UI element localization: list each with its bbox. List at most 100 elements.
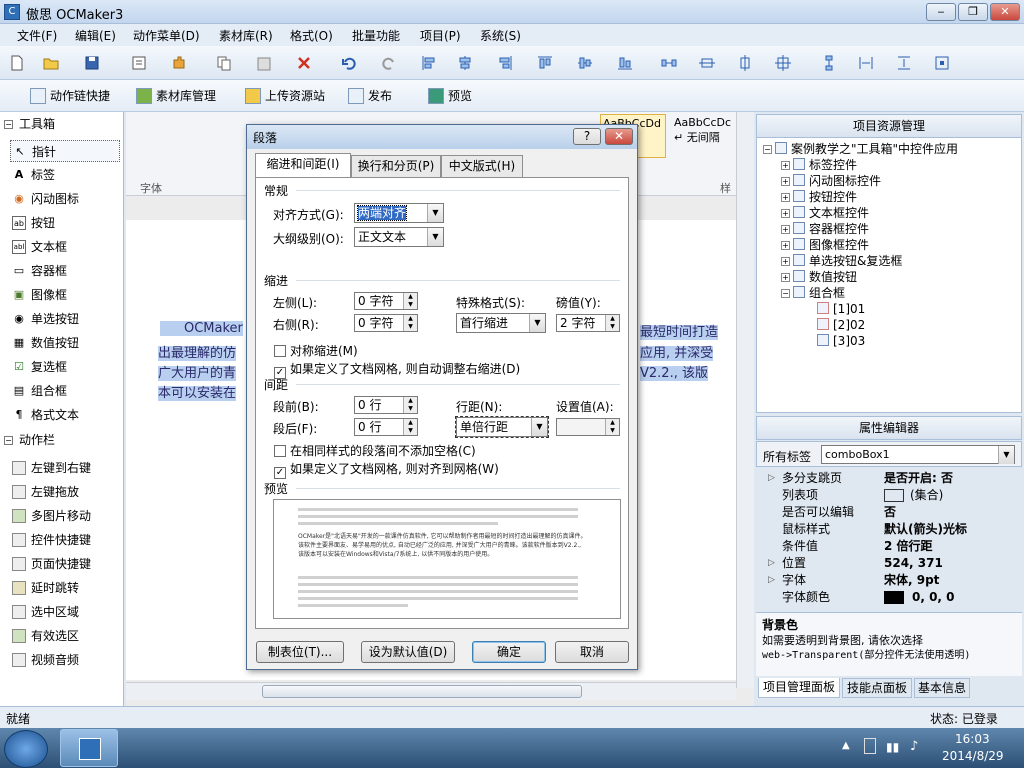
same-size-icon[interactable] (774, 54, 792, 72)
toolbox-header[interactable]: − 工具箱 (4, 115, 55, 132)
tool-flash-icon[interactable]: ◉ 闪动图标 (10, 188, 120, 210)
chevron-down-icon[interactable]: ▼ (529, 314, 545, 332)
properties-icon[interactable] (130, 54, 148, 72)
expand-icon[interactable]: ▷ (768, 555, 775, 572)
scroll-thumb[interactable] (262, 685, 582, 698)
minimize-button[interactable]: ‒ (926, 3, 956, 21)
tool-container[interactable]: ▭ 容器框 (10, 260, 120, 282)
action-delay-jump[interactable]: 延时跳转 (10, 577, 120, 599)
tab-basic-info[interactable]: 基本信息 (914, 678, 970, 698)
action-video-audio[interactable]: 视频音频 (10, 649, 120, 671)
check-icon[interactable]: ✓ (274, 467, 286, 479)
upload-button[interactable]: 上传资源站 (245, 87, 325, 105)
same-height-icon[interactable] (736, 54, 754, 72)
start-button[interactable] (4, 730, 48, 768)
collapse-icon[interactable]: − (781, 289, 790, 298)
tree-node[interactable]: + 图像框控件 (781, 237, 869, 253)
tab-asian-typography[interactable]: 中文版式(H) (441, 155, 523, 177)
open-folder-icon[interactable] (42, 54, 60, 72)
copy-icon[interactable] (215, 54, 233, 72)
asset-library-button[interactable]: 素材库管理 (136, 87, 216, 105)
expand-icon[interactable]: ▷ (768, 572, 775, 589)
prop-row[interactable]: ▷ 字体 宋体, 9pt (760, 572, 1004, 589)
set-default-button[interactable]: 设为默认值(D) (361, 641, 455, 663)
align-right-icon[interactable] (496, 54, 514, 72)
alignment-select[interactable]: 两端对齐 ▼ (354, 203, 444, 223)
menu-project[interactable]: 项目(P) (420, 27, 461, 44)
tool-radio[interactable]: ◉ 单选按钮 (10, 308, 120, 330)
snap-to-grid-checkbox[interactable]: ✓ 如果定义了文档网格, 则对齐到网格(W) (274, 460, 499, 479)
cancel-button[interactable]: 取消 (555, 641, 629, 663)
special-format-select[interactable]: 首行缩进 ▼ (456, 313, 546, 333)
tree-child[interactable]: [1]01 (817, 301, 865, 317)
space-after-input[interactable]: 0 行 ▲ ▼ (354, 418, 418, 436)
spinner-icon[interactable]: ▲ ▼ (605, 419, 619, 435)
center-form-icon[interactable] (933, 54, 951, 72)
expand-icon[interactable]: + (781, 241, 790, 250)
tool-rtf[interactable]: ¶ 格式文本 (10, 404, 120, 426)
menu-batch[interactable]: 批量功能 (352, 27, 400, 44)
spinner-icon[interactable]: ▲ ▼ (403, 315, 417, 331)
spinner-icon[interactable]: ▲ ▼ (403, 397, 417, 413)
help-button[interactable]: ? (573, 128, 601, 145)
checkbox-unchecked[interactable] (274, 445, 286, 457)
action-left-drag[interactable]: 左键拖放 (10, 481, 120, 503)
spinner-icon[interactable]: ▲ ▼ (403, 419, 417, 435)
prop-row[interactable]: 是否可以编辑 否 (760, 504, 1004, 521)
expand-icon[interactable]: + (781, 257, 790, 266)
chevron-down-icon[interactable]: ▼ (531, 418, 547, 436)
dialog-close-button[interactable]: ✕ (605, 128, 633, 145)
prop-value[interactable]: 是否开启: 否 (884, 470, 953, 487)
checkbox-unchecked[interactable] (274, 345, 286, 357)
menu-assets[interactable]: 素材库(R) (219, 27, 273, 44)
tool-textbox[interactable]: abl 文本框 (10, 236, 120, 258)
align-bottom-icon[interactable] (616, 54, 634, 72)
action-page-shortcut[interactable]: 页面快捷键 (10, 553, 120, 575)
space-before-input[interactable]: 0 行 ▲ ▼ (354, 396, 418, 414)
prop-value[interactable]: 宋体, 9pt (884, 572, 939, 589)
tab-project-panel[interactable]: 项目管理面板 (758, 678, 840, 698)
menu-system[interactable]: 系统(S) (480, 27, 521, 44)
tool-button[interactable]: ab 按钮 (10, 212, 120, 234)
prop-value[interactable]: (集合) (910, 487, 943, 504)
line-spacing-select[interactable]: 单倍行距 ▼ (455, 416, 549, 438)
expand-icon[interactable]: + (781, 225, 790, 234)
collapse-icon[interactable]: − (4, 436, 13, 445)
redo-icon[interactable] (380, 54, 398, 72)
close-window-button[interactable]: ✕ (990, 3, 1020, 21)
menu-action[interactable]: 动作菜单(D) (133, 27, 200, 44)
no-space-same-style-checkbox[interactable]: 在相同样式的段落间不添加空格(C) (274, 442, 476, 459)
network-icon[interactable]: ▮▮ (886, 740, 899, 754)
tool-label-control[interactable]: A 标签 (10, 164, 120, 186)
by-value-input[interactable]: 2 字符 ▲ ▼ (556, 314, 620, 332)
tool-checkbox[interactable]: ☑ 复选框 (10, 356, 120, 378)
chevron-down-icon[interactable]: ▼ (427, 228, 443, 246)
delete-icon[interactable] (295, 54, 313, 72)
publish-button[interactable]: 发布 (348, 87, 392, 105)
action-control-shortcut[interactable]: 控件快捷键 (10, 529, 120, 551)
prop-row[interactable]: 鼠标样式 默认(箭头)光标 (760, 521, 1004, 538)
tree-node[interactable]: + 闪动图标控件 (781, 173, 881, 189)
distribute-h-icon[interactable] (660, 54, 678, 72)
menu-edit[interactable]: 编辑(E) (75, 27, 116, 44)
mirror-indent-checkbox[interactable]: 对称缩进(M) (274, 342, 358, 359)
align-top-icon[interactable] (536, 54, 554, 72)
distribute-v-icon[interactable] (820, 54, 838, 72)
prop-value[interactable]: 0, 0, 0 (912, 589, 955, 606)
chevron-down-icon[interactable]: ▼ (427, 204, 443, 222)
horizontal-scrollbar[interactable] (126, 682, 736, 700)
prop-value[interactable]: 524, 371 (884, 555, 943, 572)
collapse-icon[interactable]: − (4, 120, 13, 129)
prop-row[interactable]: 字体颜色 0, 0, 0 (760, 589, 1004, 606)
tray-expand-icon[interactable]: ▲ (842, 740, 850, 751)
prop-row[interactable]: ▷ 多分支跳页 是否开启: 否 (760, 470, 1004, 487)
prop-row[interactable]: ▷ 位置 524, 371 (760, 555, 1004, 572)
expand-icon[interactable]: + (781, 209, 790, 218)
tab-line-page-break[interactable]: 换行和分页(P) (351, 155, 441, 177)
align-middle-icon[interactable] (576, 54, 594, 72)
outline-level-select[interactable]: 正文文本 ▼ (354, 227, 444, 247)
same-width-icon[interactable] (698, 54, 716, 72)
right-indent-input[interactable]: 0 字符 ▲ ▼ (354, 314, 418, 332)
prop-value[interactable]: 默认(箭头)光标 (884, 521, 967, 538)
expand-icon[interactable]: ▷ (768, 470, 775, 487)
